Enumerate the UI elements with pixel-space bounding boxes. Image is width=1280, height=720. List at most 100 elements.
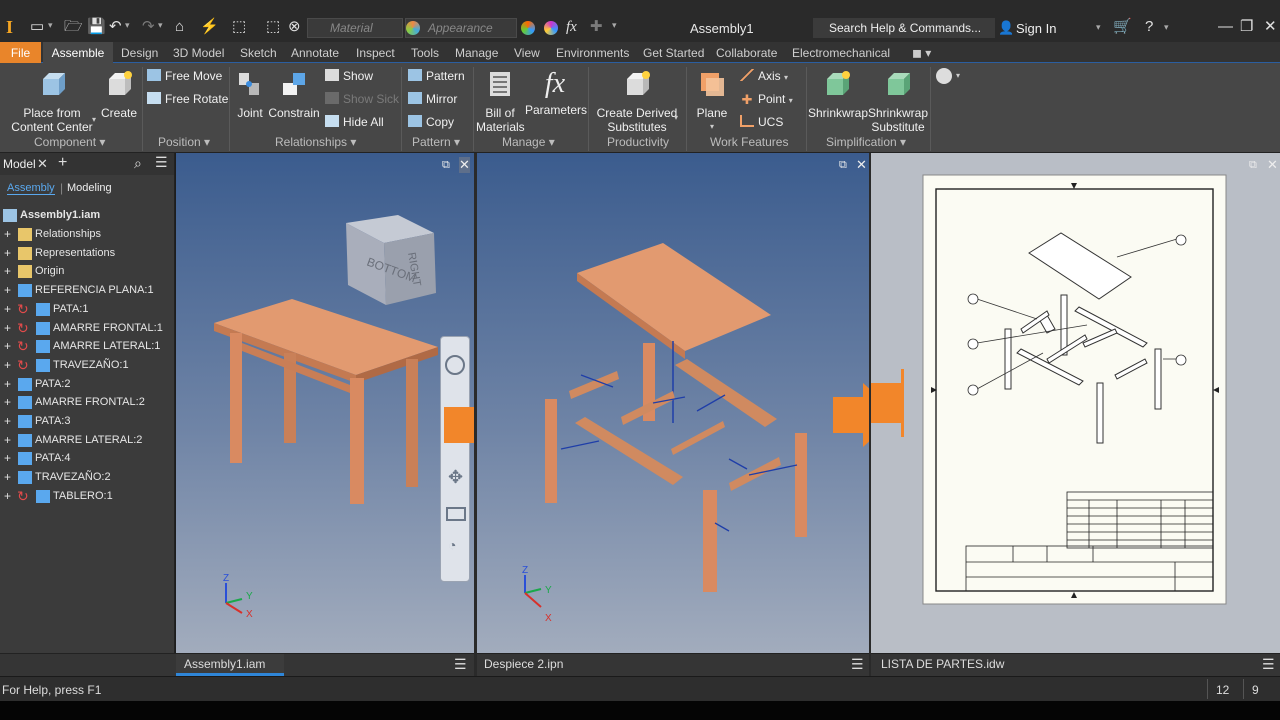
- inventor-logo-icon[interactable]: I: [6, 17, 13, 38]
- expand-icon[interactable]: +: [4, 487, 11, 506]
- plane-button[interactable]: Plane ▾: [692, 69, 732, 134]
- expand-icon[interactable]: +: [4, 431, 11, 450]
- tab-collaborate[interactable]: Collaborate: [716, 46, 777, 60]
- pattern-button[interactable]: Pattern: [408, 67, 465, 85]
- tab-menu-icon[interactable]: ☰: [454, 654, 467, 675]
- tab-sketch[interactable]: Sketch: [240, 46, 277, 60]
- tab-annotate[interactable]: Annotate: [291, 46, 339, 60]
- close-view-icon[interactable]: ✕: [459, 157, 470, 173]
- help-icon[interactable]: ?: [1145, 18, 1153, 36]
- panel-manage-label[interactable]: Manage ▾: [502, 135, 555, 149]
- place-content-center-button[interactable]: Place from Content Center: [10, 69, 94, 134]
- tab-inspect[interactable]: Inspect: [356, 46, 395, 60]
- close-browser-icon[interactable]: ✕: [37, 156, 48, 172]
- save-icon[interactable]: 💾: [87, 18, 106, 36]
- tab-environments[interactable]: Environments: [556, 46, 629, 60]
- expand-icon[interactable]: +: [4, 468, 11, 487]
- add-icon[interactable]: ✚: [590, 18, 603, 36]
- material-combo[interactable]: Material: [307, 18, 403, 38]
- fx-parameters-icon[interactable]: fx: [566, 18, 577, 36]
- expand-icon[interactable]: +: [4, 300, 11, 319]
- doc-tab-presentation[interactable]: Despiece 2.ipn ☰: [477, 653, 869, 676]
- new-file-icon[interactable]: ▭: [30, 18, 44, 36]
- menu-icon[interactable]: ☰: [155, 154, 168, 171]
- shrinkwrap-button[interactable]: Shrinkwrap: [808, 69, 868, 120]
- free-rotate-button[interactable]: Free Rotate: [147, 90, 228, 108]
- tab-view[interactable]: View: [514, 46, 540, 60]
- doc-tab-drawing[interactable]: LISTA DE PARTES.idw ☰: [871, 653, 1280, 676]
- maximize-icon[interactable]: ⧉: [442, 159, 450, 172]
- tab-get-started[interactable]: Get Started: [643, 46, 704, 60]
- plane-dropdown-icon[interactable]: ▾: [692, 120, 732, 134]
- viewcube[interactable]: BOTTOM RIGHT: [346, 215, 436, 305]
- table-model[interactable]: [214, 299, 438, 504]
- show-sick-button[interactable]: Show Sick: [325, 90, 399, 108]
- expand-icon[interactable]: +: [4, 356, 11, 375]
- tab-assemble[interactable]: Assemble: [43, 42, 113, 64]
- redo-icon[interactable]: ↷: [142, 18, 155, 36]
- clear-appearance-icon[interactable]: [544, 21, 558, 35]
- select-filter-icon[interactable]: ⬚: [266, 18, 280, 36]
- show-button[interactable]: Show: [325, 67, 373, 85]
- quick-settings-icon[interactable]: [936, 68, 952, 84]
- expand-icon[interactable]: +: [4, 225, 11, 244]
- add-browser-icon[interactable]: +: [58, 154, 67, 172]
- panel-component-label[interactable]: Component ▾: [34, 135, 105, 149]
- mirror-button[interactable]: Mirror: [408, 90, 457, 108]
- exploded-parts[interactable]: [545, 243, 807, 592]
- customize-dropdown-icon[interactable]: ▾: [612, 20, 617, 31]
- cart-icon[interactable]: 🛒: [1113, 18, 1132, 36]
- help-dropdown-icon[interactable]: ▾: [1164, 22, 1169, 33]
- expand-icon[interactable]: +: [4, 412, 11, 431]
- appearance-combo[interactable]: Appearance: [405, 18, 517, 38]
- expand-icon[interactable]: +: [4, 244, 11, 263]
- expand-icon[interactable]: +: [4, 449, 11, 468]
- joint-button[interactable]: Joint: [232, 69, 268, 120]
- shrinkwrap-substitute-button[interactable]: Shrinkwrap Substitute: [866, 69, 930, 134]
- ucs-button[interactable]: UCS: [740, 113, 783, 131]
- tab-menu-icon[interactable]: ☰: [1262, 654, 1275, 675]
- minimize-icon[interactable]: —: [1218, 18, 1233, 36]
- tab-3d-model[interactable]: 3D Model: [173, 46, 224, 60]
- new-dropdown-icon[interactable]: ▾: [48, 20, 53, 31]
- doc-tab-assembly[interactable]: Assembly1.iam ✕: [176, 653, 284, 692]
- panel-pattern-label[interactable]: Pattern ▾: [412, 135, 460, 149]
- restore-icon[interactable]: ❐: [1240, 18, 1253, 36]
- point-button[interactable]: ✚ Point ▾: [740, 90, 793, 108]
- tab-tools[interactable]: Tools: [411, 46, 439, 60]
- expand-icon[interactable]: +: [4, 375, 11, 394]
- tab-electromechanical[interactable]: Electromechanical: [792, 46, 890, 60]
- subtab-modeling[interactable]: Modeling: [67, 182, 112, 194]
- adjust-appearance-icon[interactable]: [521, 21, 535, 35]
- search-icon[interactable]: ⌕: [134, 155, 142, 172]
- undo-icon[interactable]: ↶: [109, 18, 122, 36]
- steering-wheel-icon[interactable]: [445, 355, 465, 375]
- derived-dropdown-icon[interactable]: ▾: [674, 113, 678, 122]
- tab-menu-icon[interactable]: ☰: [851, 654, 864, 675]
- panel-simplification-label[interactable]: Simplification ▾: [826, 135, 906, 149]
- subtab-assembly[interactable]: Assembly: [7, 182, 55, 195]
- create-button[interactable]: Create: [99, 69, 139, 120]
- create-derived-substitutes-button[interactable]: Create Derived Substitutes: [594, 69, 680, 134]
- home-icon[interactable]: ⌂: [175, 18, 184, 36]
- select-icon[interactable]: ⬚: [232, 18, 246, 36]
- copy-button[interactable]: Copy: [408, 113, 454, 131]
- expand-icon[interactable]: +: [4, 393, 11, 412]
- close-view-icon[interactable]: ✕: [856, 157, 867, 173]
- expand-icon[interactable]: +: [4, 337, 11, 356]
- tab-design[interactable]: Design: [121, 46, 158, 60]
- help-search-input[interactable]: Search Help & Commands...: [813, 18, 995, 38]
- expand-icon[interactable]: +: [4, 262, 11, 281]
- free-move-button[interactable]: Free Move: [147, 67, 222, 85]
- panel-relationships-label[interactable]: Relationships ▾: [275, 135, 356, 149]
- pan-icon[interactable]: ✥: [448, 467, 463, 488]
- zoom-all-icon[interactable]: [446, 507, 466, 521]
- drawing-viewport[interactable]: ⧉ ✕: [871, 153, 1280, 653]
- parameters-button[interactable]: fx Parameters: [525, 69, 587, 118]
- open-folder-icon[interactable]: 🗁: [64, 18, 83, 36]
- quick-settings-dropdown-icon[interactable]: ▾: [956, 71, 960, 80]
- tab-file[interactable]: File: [0, 42, 41, 63]
- hide-all-button[interactable]: Hide All: [325, 113, 384, 131]
- maximize-icon[interactable]: ⧉: [1249, 159, 1257, 172]
- expand-icon[interactable]: +: [4, 319, 11, 338]
